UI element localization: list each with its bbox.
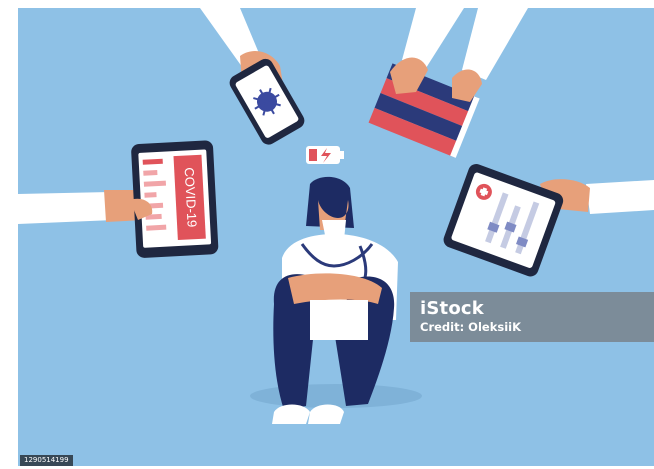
watermark-brand: iStock	[420, 298, 484, 319]
low-battery-icon	[306, 146, 344, 164]
watermark-overlay: iStock Credit: OleksiiK	[410, 292, 654, 342]
tablet: COVID-19	[131, 140, 219, 258]
watermark-credit: Credit: OleksiiK	[420, 320, 521, 334]
stock-image-frame: COVID-19 iStock Credit: OleksiiK 1290514…	[0, 0, 654, 469]
illustration: COVID-19	[18, 8, 654, 466]
image-id-label: 1290514199	[20, 455, 73, 466]
tablet-screen-text: COVID-19	[182, 167, 200, 228]
